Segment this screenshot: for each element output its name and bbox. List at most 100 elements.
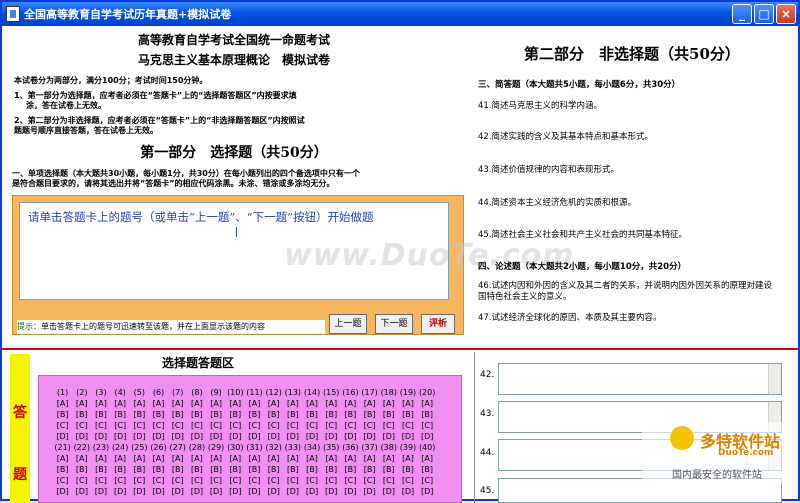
- answer-option[interactable]: [D]: [360, 487, 379, 496]
- question-number[interactable]: (26): [149, 443, 168, 452]
- answer-option[interactable]: [A]: [53, 454, 72, 463]
- answer-option[interactable]: [D]: [207, 432, 226, 441]
- answer-option[interactable]: [B]: [149, 410, 168, 419]
- answer-option[interactable]: [A]: [130, 454, 149, 463]
- answer-option[interactable]: [C]: [168, 476, 187, 485]
- question-number[interactable]: (1): [53, 388, 72, 397]
- answer-option[interactable]: [B]: [418, 410, 437, 419]
- answer-option[interactable]: [B]: [111, 410, 130, 419]
- answer-option[interactable]: [B]: [379, 465, 398, 474]
- answer-option[interactable]: [A]: [226, 454, 245, 463]
- answer-option[interactable]: [A]: [341, 454, 360, 463]
- answer-option[interactable]: [D]: [398, 432, 417, 441]
- answer-option[interactable]: [B]: [264, 465, 283, 474]
- answer-option[interactable]: [A]: [283, 399, 302, 408]
- answer-option[interactable]: [C]: [322, 421, 341, 430]
- answer-option[interactable]: [A]: [91, 399, 110, 408]
- answer-option[interactable]: [D]: [418, 432, 437, 441]
- answer-option[interactable]: [D]: [341, 487, 360, 496]
- answer-option[interactable]: [A]: [264, 454, 283, 463]
- answer-option[interactable]: [C]: [360, 476, 379, 485]
- question-number[interactable]: (8): [187, 388, 206, 397]
- answer-option[interactable]: [D]: [283, 487, 302, 496]
- question-number[interactable]: (29): [207, 443, 226, 452]
- answer-option[interactable]: [A]: [302, 454, 321, 463]
- answer-option[interactable]: [C]: [245, 476, 264, 485]
- question-number[interactable]: (23): [91, 443, 110, 452]
- answer-option[interactable]: [B]: [91, 410, 110, 419]
- answer-option[interactable]: [D]: [418, 487, 437, 496]
- answer-option[interactable]: [C]: [111, 476, 130, 485]
- answer-option[interactable]: [D]: [379, 487, 398, 496]
- close-button[interactable]: ×: [776, 4, 796, 24]
- answer-option[interactable]: [B]: [207, 410, 226, 419]
- answer-option[interactable]: [D]: [302, 432, 321, 441]
- answer-option[interactable]: [D]: [245, 487, 264, 496]
- answer-option[interactable]: [A]: [207, 454, 226, 463]
- answer-option[interactable]: [B]: [341, 410, 360, 419]
- answer-option[interactable]: [C]: [111, 421, 130, 430]
- answer-option[interactable]: [B]: [168, 410, 187, 419]
- maximize-button[interactable]: □: [754, 4, 774, 24]
- answer-option[interactable]: [A]: [187, 399, 206, 408]
- answer-option[interactable]: [B]: [302, 410, 321, 419]
- answer-option[interactable]: [D]: [149, 487, 168, 496]
- question-number[interactable]: (24): [111, 443, 130, 452]
- question-number[interactable]: (39): [398, 443, 417, 452]
- answer-option[interactable]: [B]: [398, 465, 417, 474]
- answer-option[interactable]: [D]: [322, 432, 341, 441]
- question-number[interactable]: (14): [302, 388, 321, 397]
- answer-option[interactable]: [D]: [302, 487, 321, 496]
- answer-option[interactable]: [C]: [130, 476, 149, 485]
- answer-option[interactable]: [A]: [53, 399, 72, 408]
- question-number[interactable]: (33): [283, 443, 302, 452]
- answer-option[interactable]: [B]: [53, 465, 72, 474]
- answer-option[interactable]: [B]: [91, 465, 110, 474]
- answer-option[interactable]: [B]: [264, 410, 283, 419]
- answer-option[interactable]: [B]: [245, 465, 264, 474]
- question-number[interactable]: (38): [379, 443, 398, 452]
- answer-option[interactable]: [B]: [322, 410, 341, 419]
- answer-option[interactable]: [D]: [398, 487, 417, 496]
- question-number[interactable]: (17): [360, 388, 379, 397]
- answer-option[interactable]: [A]: [245, 399, 264, 408]
- answer-option[interactable]: [B]: [187, 410, 206, 419]
- answer-option[interactable]: [A]: [111, 399, 130, 408]
- answer-option[interactable]: [C]: [130, 421, 149, 430]
- answer-option[interactable]: [B]: [226, 465, 245, 474]
- answer-box-42[interactable]: [498, 363, 782, 395]
- answer-option[interactable]: [C]: [264, 421, 283, 430]
- answer-option[interactable]: [A]: [398, 454, 417, 463]
- answer-option[interactable]: [A]: [130, 399, 149, 408]
- answer-option[interactable]: [A]: [360, 454, 379, 463]
- answer-option[interactable]: [A]: [302, 399, 321, 408]
- answer-option[interactable]: [A]: [168, 454, 187, 463]
- answer-option[interactable]: [C]: [207, 476, 226, 485]
- answer-option[interactable]: [D]: [283, 432, 302, 441]
- answer-option[interactable]: [B]: [302, 465, 321, 474]
- answer-option[interactable]: [A]: [283, 454, 302, 463]
- answer-option[interactable]: [C]: [226, 476, 245, 485]
- answer-option[interactable]: [D]: [111, 432, 130, 441]
- question-number[interactable]: (32): [264, 443, 283, 452]
- answer-option[interactable]: [D]: [53, 432, 72, 441]
- answer-option[interactable]: [C]: [91, 421, 110, 430]
- answer-option[interactable]: [A]: [187, 454, 206, 463]
- answer-option[interactable]: [C]: [302, 421, 321, 430]
- answer-option[interactable]: [A]: [418, 454, 437, 463]
- question-number[interactable]: (5): [130, 388, 149, 397]
- question-number[interactable]: (10): [226, 388, 245, 397]
- answer-option[interactable]: [A]: [379, 454, 398, 463]
- answer-option[interactable]: [B]: [130, 410, 149, 419]
- answer-option[interactable]: [D]: [341, 432, 360, 441]
- answer-option[interactable]: [C]: [187, 476, 206, 485]
- answer-option[interactable]: [C]: [398, 476, 417, 485]
- answer-option[interactable]: [B]: [53, 410, 72, 419]
- answer-option[interactable]: [B]: [245, 410, 264, 419]
- answer-option[interactable]: [A]: [149, 399, 168, 408]
- answer-option[interactable]: [B]: [398, 410, 417, 419]
- question-number[interactable]: (37): [360, 443, 379, 452]
- answer-option[interactable]: [D]: [130, 487, 149, 496]
- answer-option[interactable]: [A]: [207, 399, 226, 408]
- question-number[interactable]: (3): [91, 388, 110, 397]
